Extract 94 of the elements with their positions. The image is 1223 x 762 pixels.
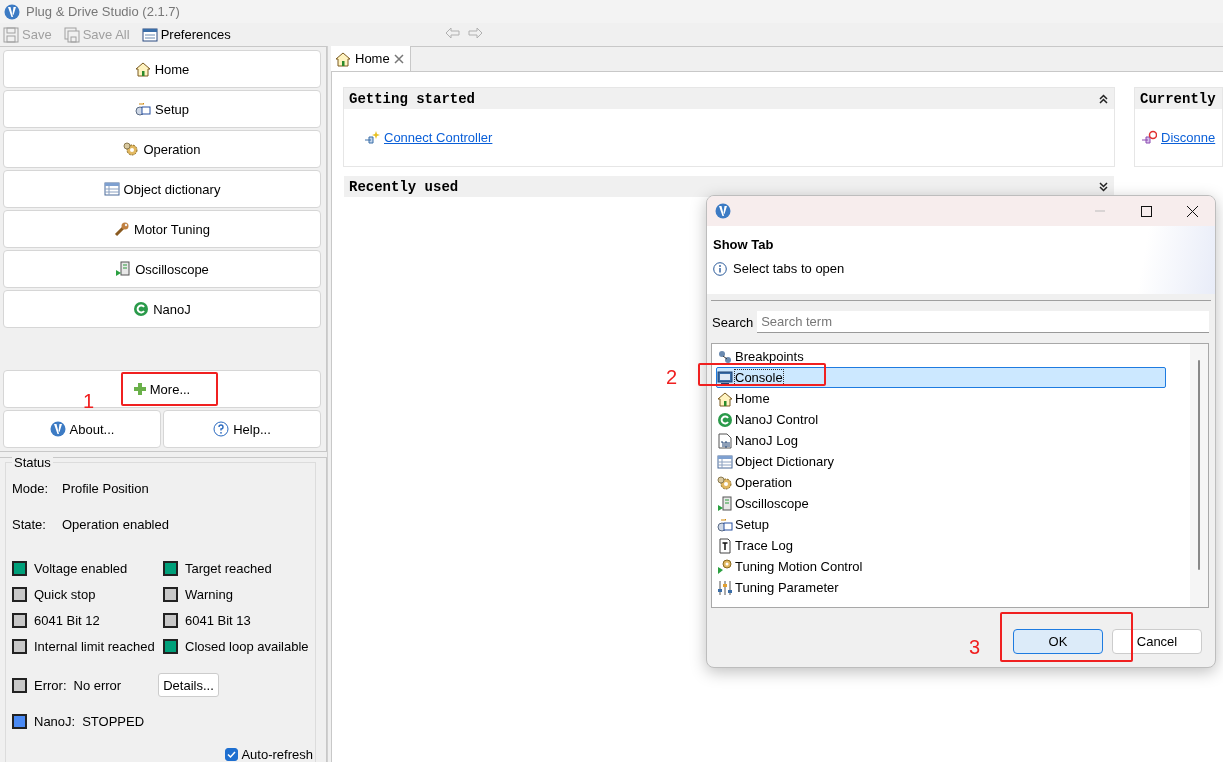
search-label: Search [712,314,754,330]
plus-icon [133,383,146,395]
tab-list-item[interactable]: Operation [716,472,1166,493]
link[interactable]: Connect Controller [384,130,493,145]
toolbar-button[interactable]: Preferences [141,26,231,43]
maximize-icon [1140,205,1152,217]
house-icon [134,61,151,77]
indicator-label: Target reached [185,560,272,576]
tab-list-item[interactable]: Tuning Motion Control [716,556,1166,577]
indicator-label: Warning [185,586,233,602]
plug-icon [364,129,380,146]
preferences-icon [141,26,158,43]
about-button[interactable]: About... [3,410,161,448]
error-value: No error [73,677,122,693]
document-icon [717,537,733,554]
search-field[interactable]: Search term [757,311,1209,333]
close-icon [1186,205,1198,217]
dialog-button[interactable]: OK [1013,629,1103,654]
nanoj-icon [133,301,150,317]
house-icon [717,390,733,407]
dialog-title: Show Tab [713,237,775,252]
details-button[interactable]: Details... [158,673,219,697]
indicator-label: Quick stop [34,586,96,602]
dialog-message: Select tabs to open [733,261,845,276]
collapse-icon[interactable] [1099,93,1108,104]
indicator-label: Internal limit reached [34,638,155,654]
tab-list-item[interactable]: NanoJ Control [716,409,1166,430]
monitor-icon [717,369,733,386]
step-number: 2 [666,367,678,387]
tab-list-item[interactable]: Trace Log [716,535,1166,556]
oscilloscope-icon [115,261,132,277]
section-title: Currently [1140,90,1216,107]
disc-monitor-icon [717,516,733,533]
nanoj-value: STOPPED [82,714,145,729]
tab-list-item[interactable]: Object Dictionary [716,451,1166,472]
tab-list-item[interactable]: Oscilloscope [716,493,1166,514]
link[interactable]: Disconne [1161,130,1216,145]
section-title: Recently used [349,178,459,195]
unplug-icon [1141,129,1157,146]
indicator-label: Voltage enabled [34,560,128,576]
app-logo-icon [4,3,20,20]
auto-refresh-label: Auto-refresh [241,747,313,762]
house-icon [335,50,351,67]
nav-button[interactable]: Oscilloscope [3,250,321,288]
group-title: Status [12,455,53,470]
nav-button[interactable]: Motor Tuning [3,210,321,248]
mode-label: Mode: [12,481,50,496]
tab-list-item[interactable]: NanoJ Log [716,430,1166,451]
breakpoints-icon [717,348,733,365]
section-title: Getting started [349,90,476,107]
help-button[interactable]: Help... [163,410,321,448]
editor-tab[interactable]: Home [331,46,411,71]
dialog-button[interactable]: Cancel [1112,629,1202,654]
gears-icon [717,474,733,491]
tab-list-item[interactable]: Console [716,367,1166,388]
nanoj-icon [717,411,733,428]
auto-refresh-checkbox[interactable] [225,748,239,761]
scrollbar-thumb[interactable] [1198,360,1200,570]
tab-list-item[interactable]: Setup [716,514,1166,535]
nav-button[interactable]: NanoJ [3,290,321,328]
disc-monitor-icon [135,101,151,117]
info-icon [713,261,727,276]
close-icon[interactable] [393,53,404,64]
indicator-label: 6041 Bit 12 [34,612,100,628]
state-label: State: [12,517,47,532]
indicator-label: 6041 Bit 13 [185,612,251,628]
table-icon [717,453,733,470]
gears-icon [123,141,140,157]
wrench-icon [114,221,131,237]
sliders-icon [717,579,733,596]
floppy-disks-icon [63,26,80,43]
oscilloscope-icon [717,495,733,512]
step-number: 1 [83,391,95,411]
mode-value: Profile Position [62,481,149,496]
tab-list-item[interactable]: Breakpoints [716,346,1166,367]
tab-list-item[interactable]: Tuning Parameter [716,577,1166,598]
expand-icon[interactable] [1099,181,1108,192]
nav-button[interactable]: Home [3,50,321,88]
state-value: Operation enabled [62,517,169,532]
app-logo-icon [49,421,66,437]
error-label: Error: [34,677,67,693]
app-logo-icon [715,203,731,219]
nav-button[interactable]: Setup [3,90,321,128]
step-number: 3 [969,637,981,657]
binary-document-icon [717,432,733,449]
tab-list-item[interactable]: Home [716,388,1166,409]
window-title: Plug & Drive Studio (2.1.7) [26,4,180,19]
nanoj-label: NanoJ: [34,714,76,729]
nav-button[interactable]: Object dictionary [3,170,321,208]
indicator-label: Closed loop available [185,638,309,654]
nav-button[interactable]: Operation [3,130,321,168]
tuning-icon [717,558,733,575]
help-icon [213,421,230,437]
table-icon [103,181,120,197]
